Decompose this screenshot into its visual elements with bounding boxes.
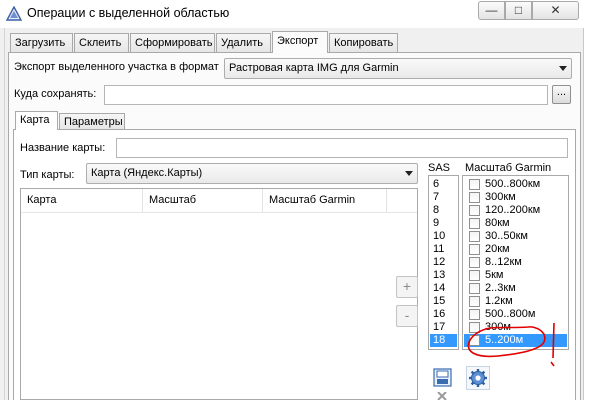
garmin-scale-label: 120..200км <box>485 204 541 216</box>
export-format-label: Экспорт выделенного участка в формат <box>14 61 219 73</box>
garmin-scale-label: 500..800км <box>485 178 541 190</box>
tab-delete[interactable]: Удалить <box>216 33 271 52</box>
minimize-icon: — <box>485 3 498 17</box>
window-title: Операции с выделенной областью <box>27 6 230 20</box>
tab-generate[interactable]: Сформировать <box>130 33 215 52</box>
close-button[interactable]: ✕ <box>532 1 579 20</box>
column-header-map[interactable]: Карта <box>21 189 143 212</box>
map-type-select[interactable]: Карта (Яндекс.Карты) <box>86 163 418 184</box>
tab-copy[interactable]: Копировать <box>329 33 398 52</box>
dropdown-arrow-icon <box>559 66 567 71</box>
sas-item[interactable]: 7 <box>430 191 457 204</box>
title-bar: Операции с выделенной областью — □ ✕ <box>0 0 589 28</box>
garmin-scale-item[interactable]: 1.2км <box>464 295 567 308</box>
map-type-label: Тип карты: <box>20 169 75 181</box>
tab-load[interactable]: Загрузить <box>10 33 73 52</box>
sas-item-selected[interactable]: 18 <box>430 334 457 347</box>
minimize-button[interactable]: — <box>478 1 505 20</box>
sas-item[interactable]: 9 <box>430 217 457 230</box>
garmin-scale-label: 2..3км <box>485 282 516 294</box>
map-type-value: Карта (Яндекс.Карты) <box>91 167 203 179</box>
maps-list[interactable]: Карта Масштаб Масштаб Garmin <box>20 188 418 400</box>
garmin-scale-label: 80км <box>485 217 510 229</box>
remove-button[interactable]: - <box>396 305 418 327</box>
sas-item[interactable]: 15 <box>430 295 457 308</box>
map-name-label: Название карты: <box>20 142 106 154</box>
checkbox[interactable] <box>469 179 480 190</box>
garmin-scale-label: 1.2км <box>485 295 513 307</box>
checkbox[interactable] <box>469 218 480 229</box>
tab-merge[interactable]: Склеить <box>74 33 129 52</box>
tab-parameters[interactable]: Параметры <box>59 113 125 130</box>
sas-header: SAS <box>428 162 451 174</box>
maximize-button[interactable]: □ <box>505 1 532 20</box>
gear-icon[interactable] <box>466 366 490 390</box>
garmin-scale-item[interactable]: 300км <box>464 191 567 204</box>
garmin-scale-label: 5км <box>485 269 504 281</box>
save-path-label: Куда сохранять: <box>14 88 97 100</box>
garmin-scale-item[interactable]: 5км <box>464 269 567 282</box>
close-small-icon[interactable] <box>435 392 449 400</box>
save-path-input[interactable] <box>104 85 548 105</box>
sas-item[interactable]: 12 <box>430 256 457 269</box>
red-annotation-mark <box>467 322 555 367</box>
garmin-scale-label: 30..50км <box>485 230 528 242</box>
garmin-scale-header: Масштаб Garmin <box>465 162 552 174</box>
sas-item[interactable]: 17 <box>430 321 457 334</box>
sas-item[interactable]: 6 <box>430 178 457 191</box>
sas-item[interactable]: 11 <box>430 243 457 256</box>
map-name-input[interactable] <box>116 138 568 158</box>
save-settings-icon[interactable] <box>432 367 454 389</box>
garmin-scale-item[interactable]: 500..800км <box>464 178 567 191</box>
garmin-scale-item[interactable]: 2..3км <box>464 282 567 295</box>
sas-item[interactable]: 8 <box>430 204 457 217</box>
sas-item[interactable]: 13 <box>430 269 457 282</box>
garmin-scale-item[interactable]: 120..200км <box>464 204 567 217</box>
tab-map[interactable]: Карта <box>15 111 58 130</box>
garmin-scale-label: 20км <box>485 243 510 255</box>
close-icon: ✕ <box>550 3 561 17</box>
garmin-scale-label: 300км <box>485 191 516 203</box>
sas-item[interactable]: 16 <box>430 308 457 321</box>
sas-zoom-list[interactable]: 6 7 8 9 10 11 12 13 14 15 16 17 18 <box>428 175 459 350</box>
export-format-value: Растровая карта IMG для Garmin <box>229 62 399 74</box>
tab-export[interactable]: Экспорт <box>272 31 328 53</box>
garmin-scale-item[interactable]: 30..50км <box>464 230 567 243</box>
list-header-divider <box>21 212 417 213</box>
garmin-scale-item[interactable]: 8..12км <box>464 256 567 269</box>
checkbox[interactable] <box>469 296 480 307</box>
sas-item[interactable]: 10 <box>430 230 457 243</box>
export-format-select[interactable]: Растровая карта IMG для Garmin <box>224 58 572 79</box>
window-frame-edge <box>584 28 589 400</box>
app-icon <box>6 6 22 21</box>
checkbox[interactable] <box>469 205 480 216</box>
checkbox[interactable] <box>469 257 480 268</box>
window-frame-left <box>4 28 5 400</box>
maximize-icon: □ <box>514 3 523 17</box>
column-header-scale[interactable]: Масштаб <box>143 189 263 212</box>
garmin-scale-item[interactable]: 80км <box>464 217 567 230</box>
add-button[interactable]: + <box>396 276 418 298</box>
column-header-garmin-scale[interactable]: Масштаб Garmin <box>263 189 387 212</box>
checkbox[interactable] <box>469 231 480 242</box>
garmin-scale-item[interactable]: 20км <box>464 243 567 256</box>
checkbox[interactable] <box>469 283 480 294</box>
checkbox[interactable] <box>469 244 480 255</box>
garmin-scale-label: 8..12км <box>485 256 522 268</box>
dropdown-arrow-icon <box>405 171 413 176</box>
browse-button[interactable]: ... <box>552 85 571 104</box>
sas-item[interactable]: 14 <box>430 282 457 295</box>
checkbox[interactable] <box>469 270 480 281</box>
checkbox[interactable] <box>469 192 480 203</box>
